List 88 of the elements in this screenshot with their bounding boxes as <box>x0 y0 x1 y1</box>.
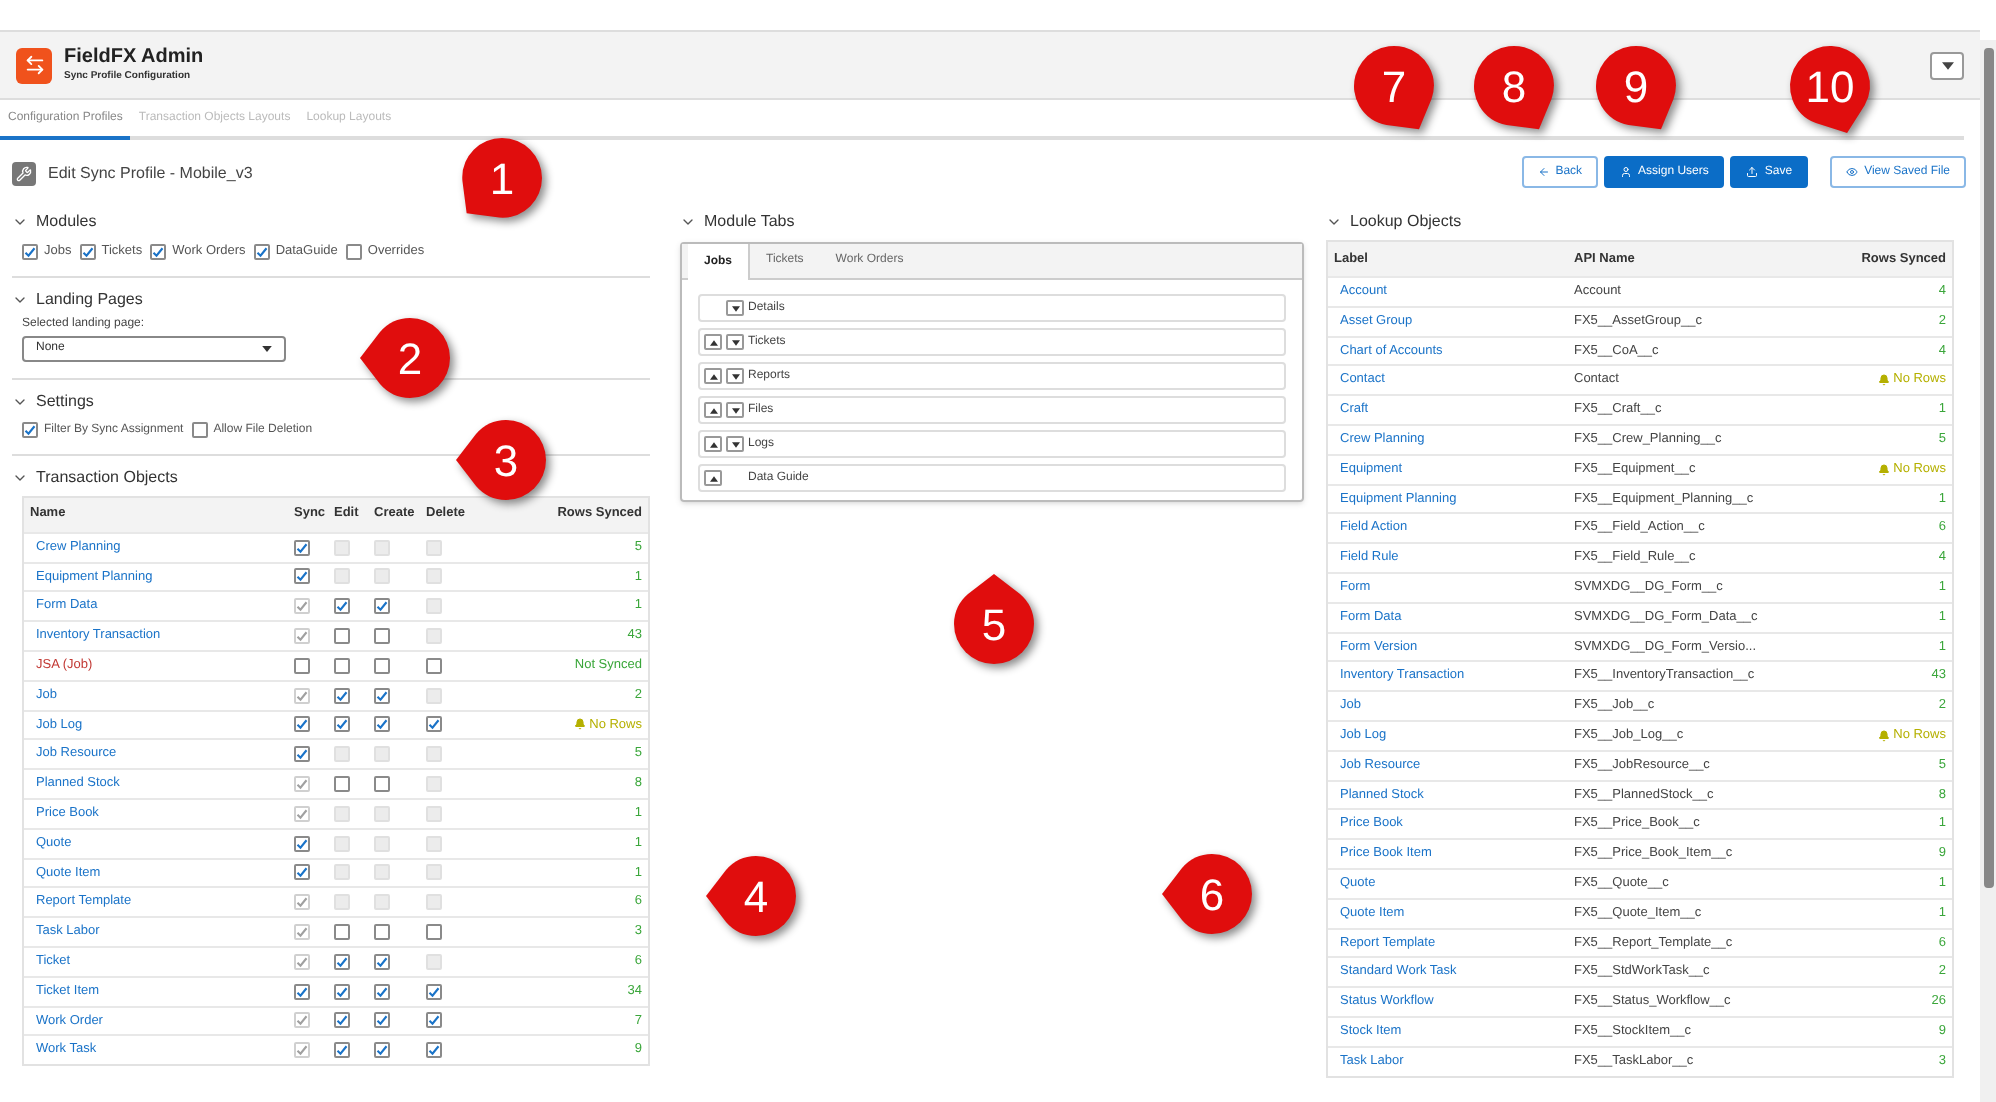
caret-down-icon <box>731 407 739 413</box>
move-up-button[interactable] <box>704 470 722 486</box>
checkbox[interactable] <box>294 835 310 852</box>
checkbox[interactable] <box>79 243 96 260</box>
section-title: Landing Pages <box>36 287 143 312</box>
bell-icon <box>573 718 586 731</box>
checkbox[interactable] <box>374 776 390 793</box>
section-title: Settings <box>36 389 94 414</box>
caret-up-icon <box>709 475 717 481</box>
move-down-button[interactable] <box>726 368 744 384</box>
caret-down-icon <box>731 441 739 447</box>
move-up-button[interactable] <box>704 402 722 418</box>
button-icon <box>1620 166 1633 178</box>
caret-down-icon <box>731 373 739 379</box>
move-down-button[interactable] <box>726 334 744 350</box>
caret-icon <box>1941 61 1953 69</box>
checkbox[interactable] <box>334 924 350 940</box>
checkbox[interactable] <box>426 1042 442 1059</box>
checkbox[interactable] <box>374 953 390 970</box>
move-down-button[interactable] <box>726 402 744 418</box>
dropdown-button[interactable] <box>1930 51 1964 79</box>
chevron-icon[interactable] <box>680 214 696 230</box>
checkbox[interactable] <box>374 1012 390 1029</box>
button-icon <box>1846 166 1859 178</box>
section-title: Module Tabs <box>704 210 795 234</box>
checkbox[interactable] <box>374 598 390 615</box>
bell-icon <box>1877 463 1890 476</box>
checkbox[interactable] <box>150 243 167 260</box>
checkbox[interactable] <box>334 983 350 1000</box>
checkbox[interactable] <box>426 1012 442 1029</box>
checkbox[interactable] <box>294 983 310 1000</box>
checkbox[interactable] <box>22 243 38 260</box>
checkbox[interactable] <box>426 716 442 733</box>
checkbox[interactable] <box>334 1012 350 1029</box>
bell-icon <box>1877 374 1890 387</box>
checkbox[interactable] <box>374 983 390 1000</box>
checkbox[interactable] <box>334 657 350 674</box>
checkbox[interactable] <box>374 924 390 940</box>
section-title: Transaction Objects <box>36 465 178 490</box>
chevron-icon[interactable] <box>12 214 28 230</box>
checkbox[interactable] <box>374 687 390 704</box>
checkbox[interactable] <box>426 983 442 1000</box>
checkbox[interactable] <box>334 776 350 793</box>
app-logo-icon <box>16 47 52 83</box>
scrollbar-thumb[interactable] <box>1983 48 1993 888</box>
checkbox[interactable] <box>294 716 310 733</box>
checkbox[interactable] <box>374 628 390 645</box>
move-down-button[interactable] <box>726 300 744 316</box>
checkbox[interactable] <box>334 716 350 733</box>
checkbox[interactable] <box>334 1042 350 1059</box>
section-title: Modules <box>36 210 97 234</box>
checkbox[interactable] <box>374 657 390 674</box>
checkbox[interactable] <box>294 657 310 674</box>
wrench-icon <box>12 162 36 186</box>
checkbox[interactable] <box>294 568 310 585</box>
button-icon <box>1746 166 1759 178</box>
checkbox[interactable] <box>374 1042 390 1059</box>
checkbox[interactable] <box>22 422 38 439</box>
chevron-icon[interactable] <box>1326 214 1342 230</box>
checkbox[interactable] <box>426 924 442 940</box>
checkbox[interactable] <box>426 657 442 674</box>
checkbox[interactable] <box>294 539 310 556</box>
move-up-button[interactable] <box>704 436 722 452</box>
checkbox[interactable] <box>191 422 208 439</box>
caret-icon <box>262 345 272 352</box>
checkbox[interactable] <box>374 716 390 733</box>
section-title: Lookup Objects <box>1350 210 1462 234</box>
app-title: FieldFX Admin <box>64 48 204 68</box>
button-icon <box>1537 166 1550 178</box>
checkbox[interactable] <box>334 953 350 970</box>
page-title: Edit Sync Profile - Mobile_v3 <box>48 162 253 186</box>
bell-icon <box>1877 729 1890 742</box>
move-down-button[interactable] <box>726 436 744 452</box>
checkbox[interactable] <box>294 746 310 763</box>
checkbox[interactable] <box>334 628 350 645</box>
move-up-button[interactable] <box>704 334 722 350</box>
caret-up-icon <box>709 339 717 345</box>
checkbox[interactable] <box>334 598 350 615</box>
checkbox[interactable] <box>294 864 310 881</box>
checkbox[interactable] <box>253 243 270 260</box>
caret-up-icon <box>709 373 717 379</box>
caret-up-icon <box>709 407 717 413</box>
move-up-button[interactable] <box>704 368 722 384</box>
caret-down-icon <box>731 339 739 345</box>
checkbox[interactable] <box>345 243 362 260</box>
checkbox[interactable] <box>334 687 350 704</box>
caret-up-icon <box>709 441 717 447</box>
caret-down-icon <box>731 305 739 311</box>
